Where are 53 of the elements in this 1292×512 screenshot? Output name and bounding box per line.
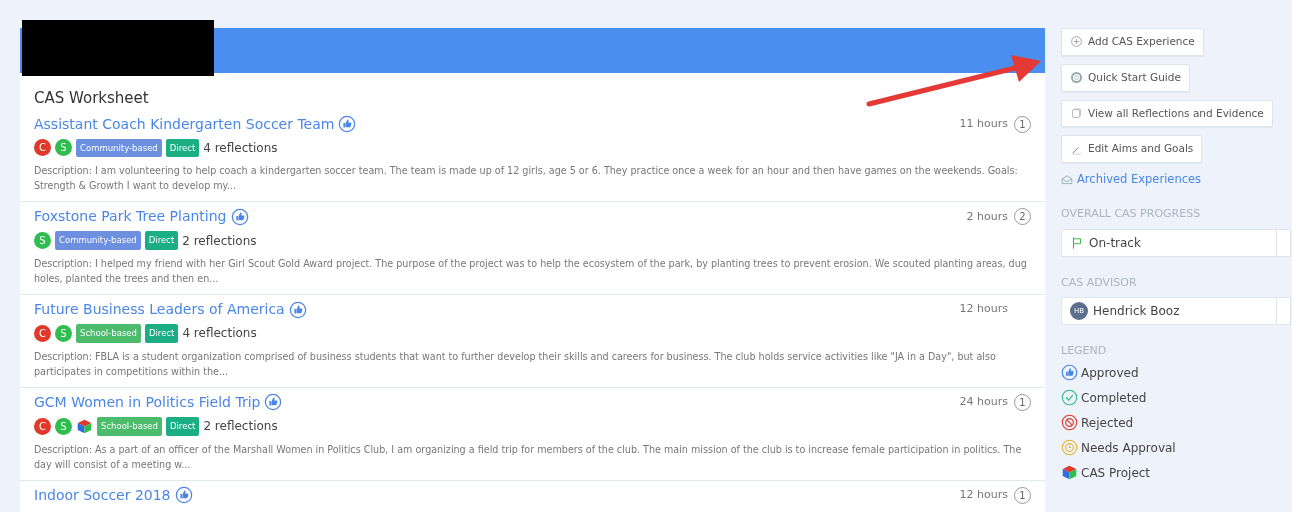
mode-tag: Direct (165, 416, 200, 436)
type-tag: Community-based (76, 138, 162, 158)
legend-label: Completed (1081, 389, 1147, 407)
experience-title[interactable]: Indoor Soccer 2018 (34, 484, 171, 506)
section-label: LEGEND (1061, 343, 1107, 360)
hours-label: 12 hours (959, 486, 1008, 503)
hours-label: 24 hours (959, 394, 1008, 410)
sidebar-button[interactable]: View all Reflections and Evidence (1061, 99, 1273, 128)
experience-description: Description: FBLA is a student organization comprised of business students that want to further develop their skills and careers for business. The club holds service activities like "JA in a Day", but also participates in competitions within the... (34, 349, 997, 379)
experience-description: Description: I helped my friend with her Girl Scout Gold Award project. The purpose of the project was to help the ecosystem of the park, by planting trees to prevent erosion. We scouted planting areas, dug holes, planted the trees and then en... (34, 257, 1028, 286)
lifebuoy-icon (1070, 71, 1083, 85)
strand-badge: C (34, 139, 51, 157)
strand-badge: S (55, 324, 72, 342)
legend-label: Rejected (1081, 414, 1134, 432)
flag-icon (1070, 235, 1084, 250)
legend-label: Approved (1081, 364, 1139, 382)
worksheet-title: CAS Worksheet (34, 88, 149, 109)
experience-description: Description: As a part of an officer of the Marshall Women in Politics Club, I am organizing a field trip for members of the club. The main mission of the club is to increase female participation in politics. The day will consist of a meeting w... (34, 442, 1023, 472)
envelope-icon (1061, 173, 1073, 186)
strand-badge: S (34, 232, 51, 250)
type-tag: School-based (76, 324, 141, 343)
hours-label: 2 hours (966, 208, 1008, 225)
strand-badge: C (34, 417, 51, 435)
hours-label: 12 hours (959, 301, 1008, 318)
type-tag: Community-based (55, 231, 141, 250)
legend-label: CAS Project (1081, 464, 1151, 482)
strand-badge: S (55, 139, 72, 157)
progress-select[interactable]: On-track (1061, 228, 1291, 257)
experience-title[interactable]: Future Business Leaders of America (34, 299, 285, 320)
sidebar-button[interactable]: Edit Aims and Goals (1061, 135, 1203, 163)
reflections-count: 4 reflections (182, 325, 257, 343)
sidebar-button[interactable]: Add CAS Experience (1061, 28, 1204, 56)
type-tag: School-based (97, 416, 162, 436)
strand-badge: S (55, 417, 72, 435)
archived-link[interactable]: Archived Experiences (1061, 171, 1202, 189)
experience-title[interactable]: Assistant Coach Kindergarten Soccer Team (34, 113, 335, 135)
mode-tag: Direct (144, 324, 179, 343)
legend-label: Needs Approval (1081, 439, 1176, 457)
sidebar-button[interactable]: Quick Start Guide (1061, 63, 1190, 92)
reflections-count: 4 reflections (203, 139, 278, 157)
mode-tag: Direct (165, 138, 200, 158)
section-label: OVERALL CAS PROGRESS (1061, 206, 1201, 223)
experience-title[interactable]: GCM Women in Politics Field Trip (34, 391, 261, 413)
experience-description: Description: I am volunteering to help coach a kindergarten soccer team. The team is made up of 12 girls, age 5 or 6. They practice once a week for an hour and then have games on the weekends. Goals: Strength & Growth I want to develop my... (34, 164, 1019, 194)
section-label: CAS ADVISOR (1061, 274, 1137, 291)
experience-title[interactable]: Foxstone Park Tree Planting (34, 206, 227, 228)
reflections-count: 2 reflections (203, 418, 278, 436)
strand-badge: C (34, 324, 51, 342)
mode-tag: Direct (144, 231, 179, 250)
hours-label: 11 hours (959, 115, 1008, 132)
pages-icon (1070, 106, 1083, 120)
reflections-count: 2 reflections (182, 232, 257, 250)
plus-circle-icon (1070, 35, 1083, 49)
